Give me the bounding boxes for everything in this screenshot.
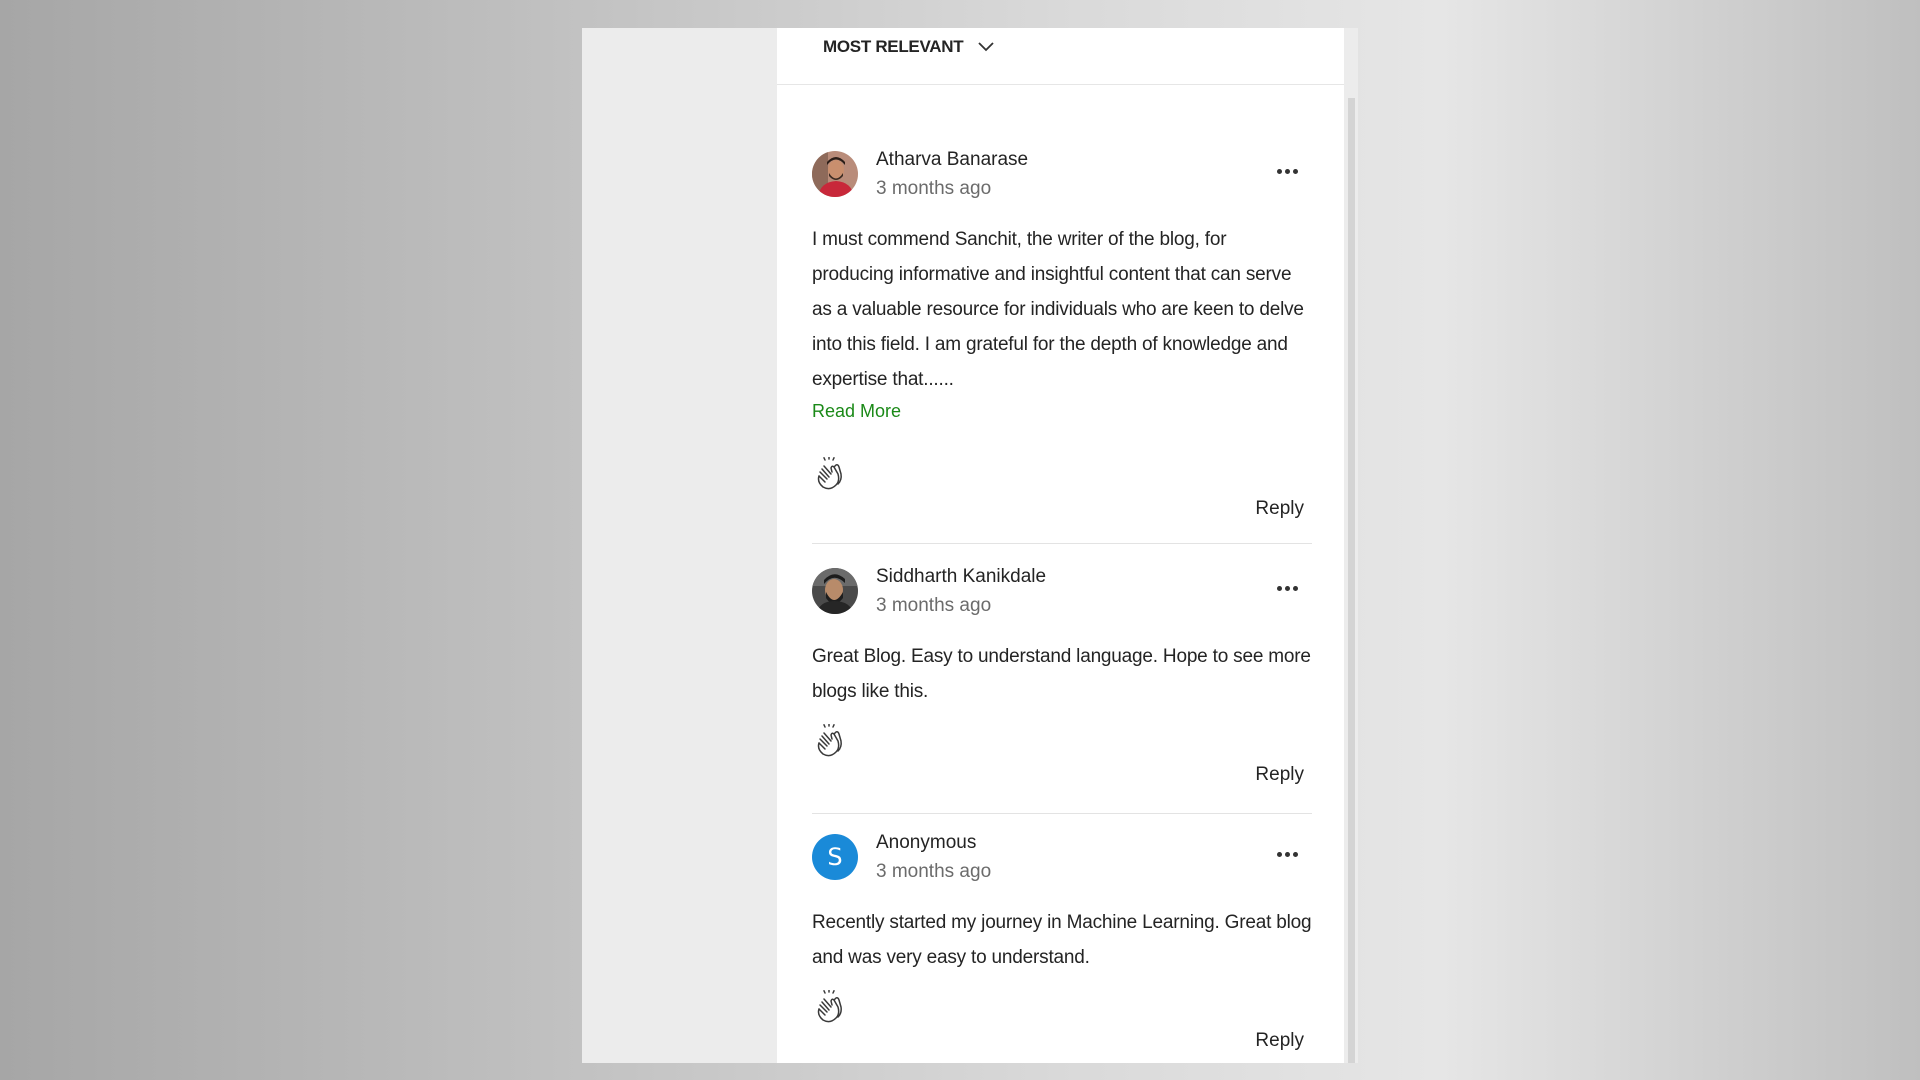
timestamp[interactable]: 3 months ago <box>876 861 991 883</box>
author-name[interactable]: Atharva Banarase <box>876 149 1028 171</box>
sort-bar: MOST RELEVANT <box>777 28 1344 85</box>
comments-window: MOST RELEVANT Atharva Banarase 3 months … <box>582 28 1358 1063</box>
clap-icon[interactable] <box>812 989 846 1024</box>
avatar[interactable] <box>812 151 858 197</box>
author-name[interactable]: Anonymous <box>876 832 976 854</box>
timestamp[interactable]: 3 months ago <box>876 595 991 617</box>
avatar[interactable]: S <box>812 834 858 880</box>
author-name[interactable]: Siddharth Kanikdale <box>876 566 1046 588</box>
comment: Siddharth Kanikdale 3 months ago Great B… <box>812 566 1312 814</box>
sort-label: MOST RELEVANT <box>823 37 964 56</box>
comment: S Anonymous 3 months ago Recently starte… <box>812 832 1312 1063</box>
clap-icon[interactable] <box>812 723 846 758</box>
comments-panel: MOST RELEVANT Atharva Banarase 3 months … <box>777 28 1344 1063</box>
avatar-letter: S <box>827 843 843 871</box>
comment-text: Great Blog. Easy to understand language.… <box>812 646 1311 702</box>
comment: Atharva Banarase 3 months ago I must com… <box>812 149 1312 544</box>
avatar[interactable] <box>812 568 858 614</box>
more-horizontal-icon[interactable] <box>1273 161 1301 181</box>
clap-icon[interactable] <box>812 456 846 491</box>
read-more-link[interactable]: Read More <box>812 401 901 422</box>
more-horizontal-icon[interactable] <box>1273 578 1301 598</box>
chevron-down-icon <box>977 41 995 53</box>
scrollbar[interactable] <box>1348 98 1355 1063</box>
comment-text: Recently started my journey in Machine L… <box>812 912 1312 968</box>
reply-button[interactable]: Reply <box>1255 1030 1304 1052</box>
comment-text: I must commend Sanchit, the writer of th… <box>812 229 1304 390</box>
timestamp[interactable]: 3 months ago <box>876 178 991 200</box>
reply-button[interactable]: Reply <box>1255 764 1304 786</box>
reply-button[interactable]: Reply <box>1255 498 1304 520</box>
more-horizontal-icon[interactable] <box>1273 844 1301 864</box>
sort-dropdown[interactable]: MOST RELEVANT <box>823 30 995 64</box>
